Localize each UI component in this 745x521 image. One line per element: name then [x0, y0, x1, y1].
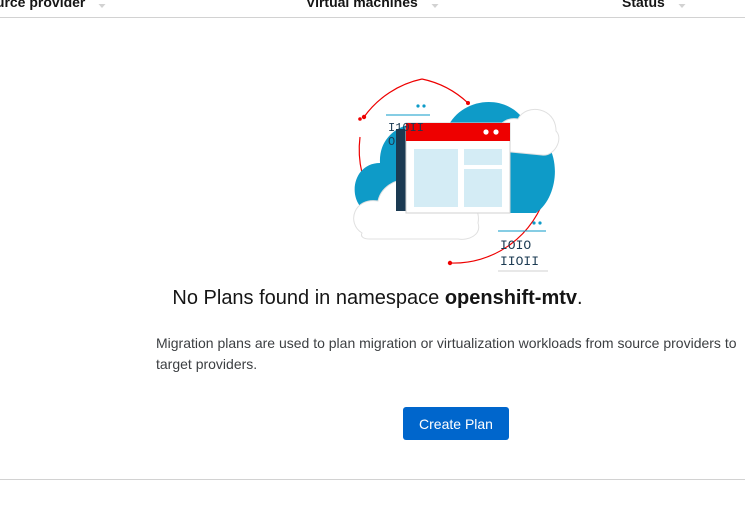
binary-text: OI [388, 135, 402, 149]
plans-table-header: Source provider Virtual machines Status [0, 0, 745, 18]
title-prefix: No Plans found in namespace [172, 287, 445, 309]
sort-icon [431, 3, 439, 8]
plans-page: Source provider Virtual machines Status [0, 0, 745, 521]
empty-state-body: Migration plans are used to plan migrati… [156, 335, 737, 372]
title-suffix: . [577, 287, 583, 309]
binary-text: IIOII [500, 254, 539, 269]
column-header-label: Status [622, 0, 665, 10]
empty-state-title: No Plans found in namespace openshift-mt… [0, 287, 745, 310]
binary-text: IOIO [500, 238, 531, 253]
binary-text: I10II [388, 121, 424, 135]
create-plan-button[interactable]: Create Plan [403, 407, 509, 440]
namespace-name: openshift-mtv [444, 287, 578, 309]
empty-state: I10II OI IOIO IIOII No Plans found in na… [0, 17, 745, 479]
migration-illustration: I10II OI IOIO IIOII [353, 78, 560, 272]
column-header-source-provider[interactable]: Source provider [0, 0, 107, 17]
sort-icon [678, 3, 686, 8]
column-header-label: Virtual machines [306, 0, 418, 10]
column-header-label: Source provider [0, 0, 86, 10]
column-header-virtual-machines[interactable]: Virtual machines [306, 0, 440, 17]
sort-icon [98, 3, 106, 8]
column-header-status[interactable]: Status [622, 0, 687, 17]
divider [0, 479, 745, 480]
